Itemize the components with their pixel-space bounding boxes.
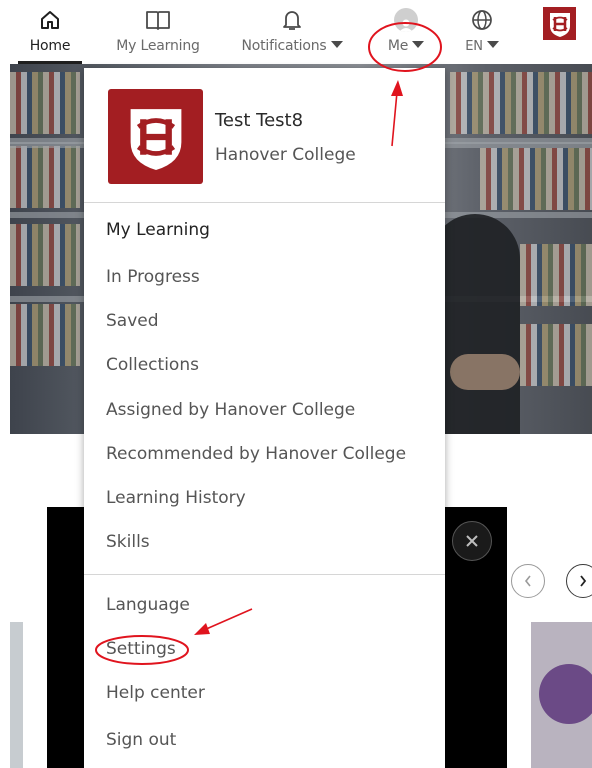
course-thumbnail[interactable] [10, 622, 23, 768]
chevron-right-icon [580, 575, 587, 587]
nav-home-label: Home [29, 38, 71, 54]
menu-item-sign-out[interactable]: Sign out [106, 730, 176, 750]
nav-me[interactable]: Me [376, 0, 436, 64]
nav-language-label: EN [465, 38, 499, 54]
close-button[interactable] [452, 521, 492, 561]
menu-item-saved[interactable]: Saved [106, 311, 159, 331]
menu-section-my-learning[interactable]: My Learning [106, 220, 210, 240]
menu-item-in-progress[interactable]: In Progress [106, 267, 200, 287]
chevron-down-icon [486, 41, 499, 48]
nav-home[interactable]: Home [18, 0, 82, 64]
carousel-prev-button[interactable] [511, 564, 545, 598]
bell-icon [281, 6, 303, 34]
course-thumbnail[interactable] [531, 622, 592, 768]
me-dropdown-menu: Test Test8 Hanover College My Learning I… [84, 68, 445, 768]
profile-organization: Hanover College [215, 145, 356, 165]
nav-my-learning[interactable]: My Learning [108, 0, 208, 64]
nav-language[interactable]: EN [452, 0, 512, 64]
globe-icon [471, 6, 493, 34]
chevron-down-icon [330, 41, 343, 48]
divider [84, 202, 445, 203]
menu-item-help-center[interactable]: Help center [106, 683, 205, 703]
book-icon [145, 6, 171, 34]
menu-item-language[interactable]: Language [106, 595, 190, 615]
menu-item-learning-history[interactable]: Learning History [106, 488, 246, 508]
top-nav: Home My Learning Notifications Me EN [0, 0, 592, 64]
menu-item-collections[interactable]: Collections [106, 355, 199, 375]
menu-item-skills[interactable]: Skills [106, 532, 150, 552]
nav-notifications-label: Notifications [241, 38, 343, 54]
organization-logo [108, 89, 203, 184]
avatar-icon [394, 8, 418, 32]
close-icon [466, 535, 478, 547]
nav-my-learning-label: My Learning [116, 38, 200, 54]
divider [84, 574, 445, 575]
nav-me-label: Me [388, 38, 425, 54]
organization-logo[interactable] [543, 7, 576, 40]
home-icon [39, 6, 61, 34]
profile-name: Test Test8 [215, 110, 304, 131]
menu-item-recommended[interactable]: Recommended by Hanover College [106, 444, 406, 464]
chevron-left-icon [524, 575, 531, 587]
menu-item-assigned[interactable]: Assigned by Hanover College [106, 400, 355, 420]
menu-item-settings[interactable]: Settings [106, 639, 176, 659]
chevron-down-icon [412, 41, 425, 48]
carousel-next-button[interactable] [566, 564, 592, 598]
nav-notifications[interactable]: Notifications [228, 0, 356, 64]
